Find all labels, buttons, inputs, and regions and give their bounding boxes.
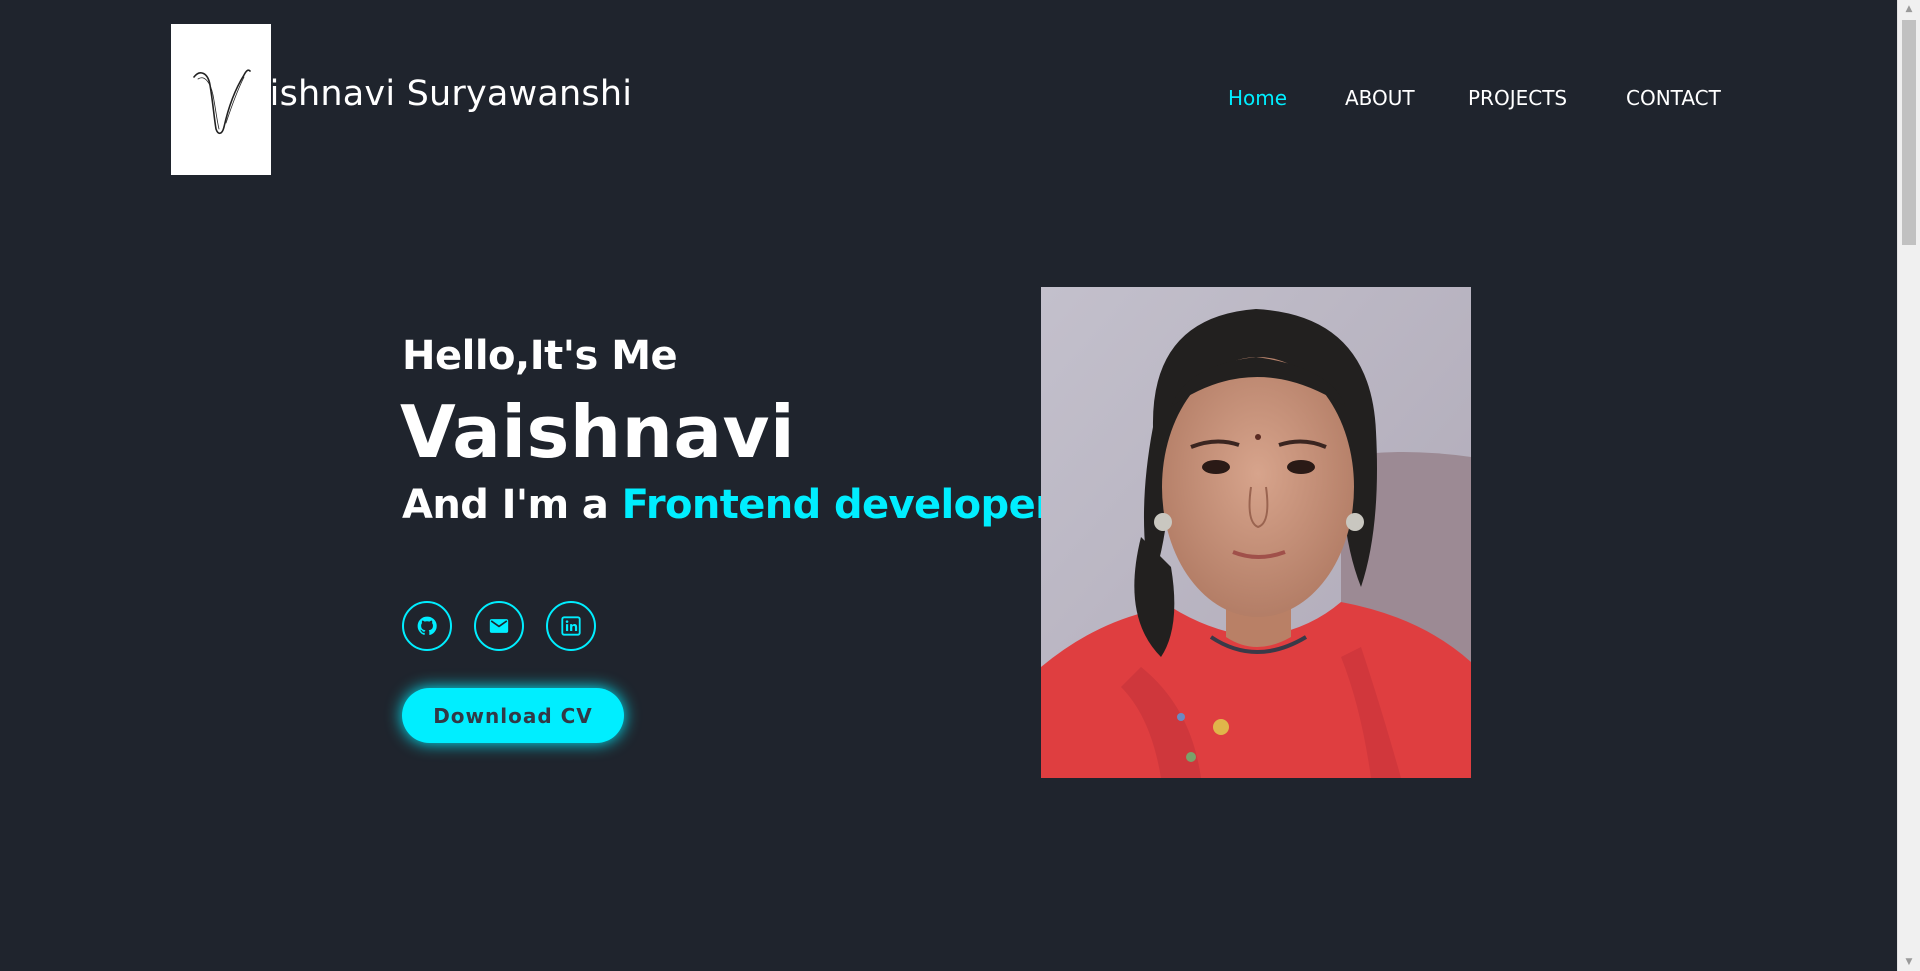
linkedin-link[interactable] (546, 601, 596, 651)
nav-home[interactable]: Home (1228, 86, 1287, 110)
email-link[interactable] (474, 601, 524, 651)
hero-name: Vaishnavi (400, 390, 796, 474)
hero-role-line: And I'm a Frontend developer| (402, 482, 1069, 528)
scroll-up-arrow-icon[interactable]: ▲ (1898, 0, 1920, 18)
mail-icon (489, 619, 509, 633)
nav-contact[interactable]: CONTACT (1626, 86, 1721, 110)
nav-about[interactable]: ABOUT (1345, 86, 1415, 110)
download-cv-button[interactable]: Download CV (402, 688, 624, 743)
role-prefix: And I'm a (402, 482, 622, 528)
github-link[interactable] (402, 601, 452, 651)
scroll-down-arrow-icon[interactable]: ▼ (1898, 953, 1920, 971)
linkedin-icon (561, 616, 581, 636)
portfolio-page: aishnavi Suryawanshi Home ABOUT PROJECTS… (0, 0, 1920, 971)
profile-photo (1041, 287, 1471, 778)
profile-portrait-image (1041, 287, 1471, 778)
nav-projects[interactable]: PROJECTS (1468, 86, 1567, 110)
site-header: aishnavi Suryawanshi Home ABOUT PROJECTS… (0, 0, 1898, 200)
hero-greeting: Hello,It's Me (402, 333, 678, 379)
main-nav: Home ABOUT PROJECTS CONTACT (0, 86, 1898, 116)
typed-role: Frontend developer (621, 482, 1055, 528)
github-icon (417, 616, 437, 636)
scrollbar-thumb[interactable] (1902, 20, 1916, 245)
page-scrollbar[interactable]: ▲ ▼ (1897, 0, 1920, 971)
